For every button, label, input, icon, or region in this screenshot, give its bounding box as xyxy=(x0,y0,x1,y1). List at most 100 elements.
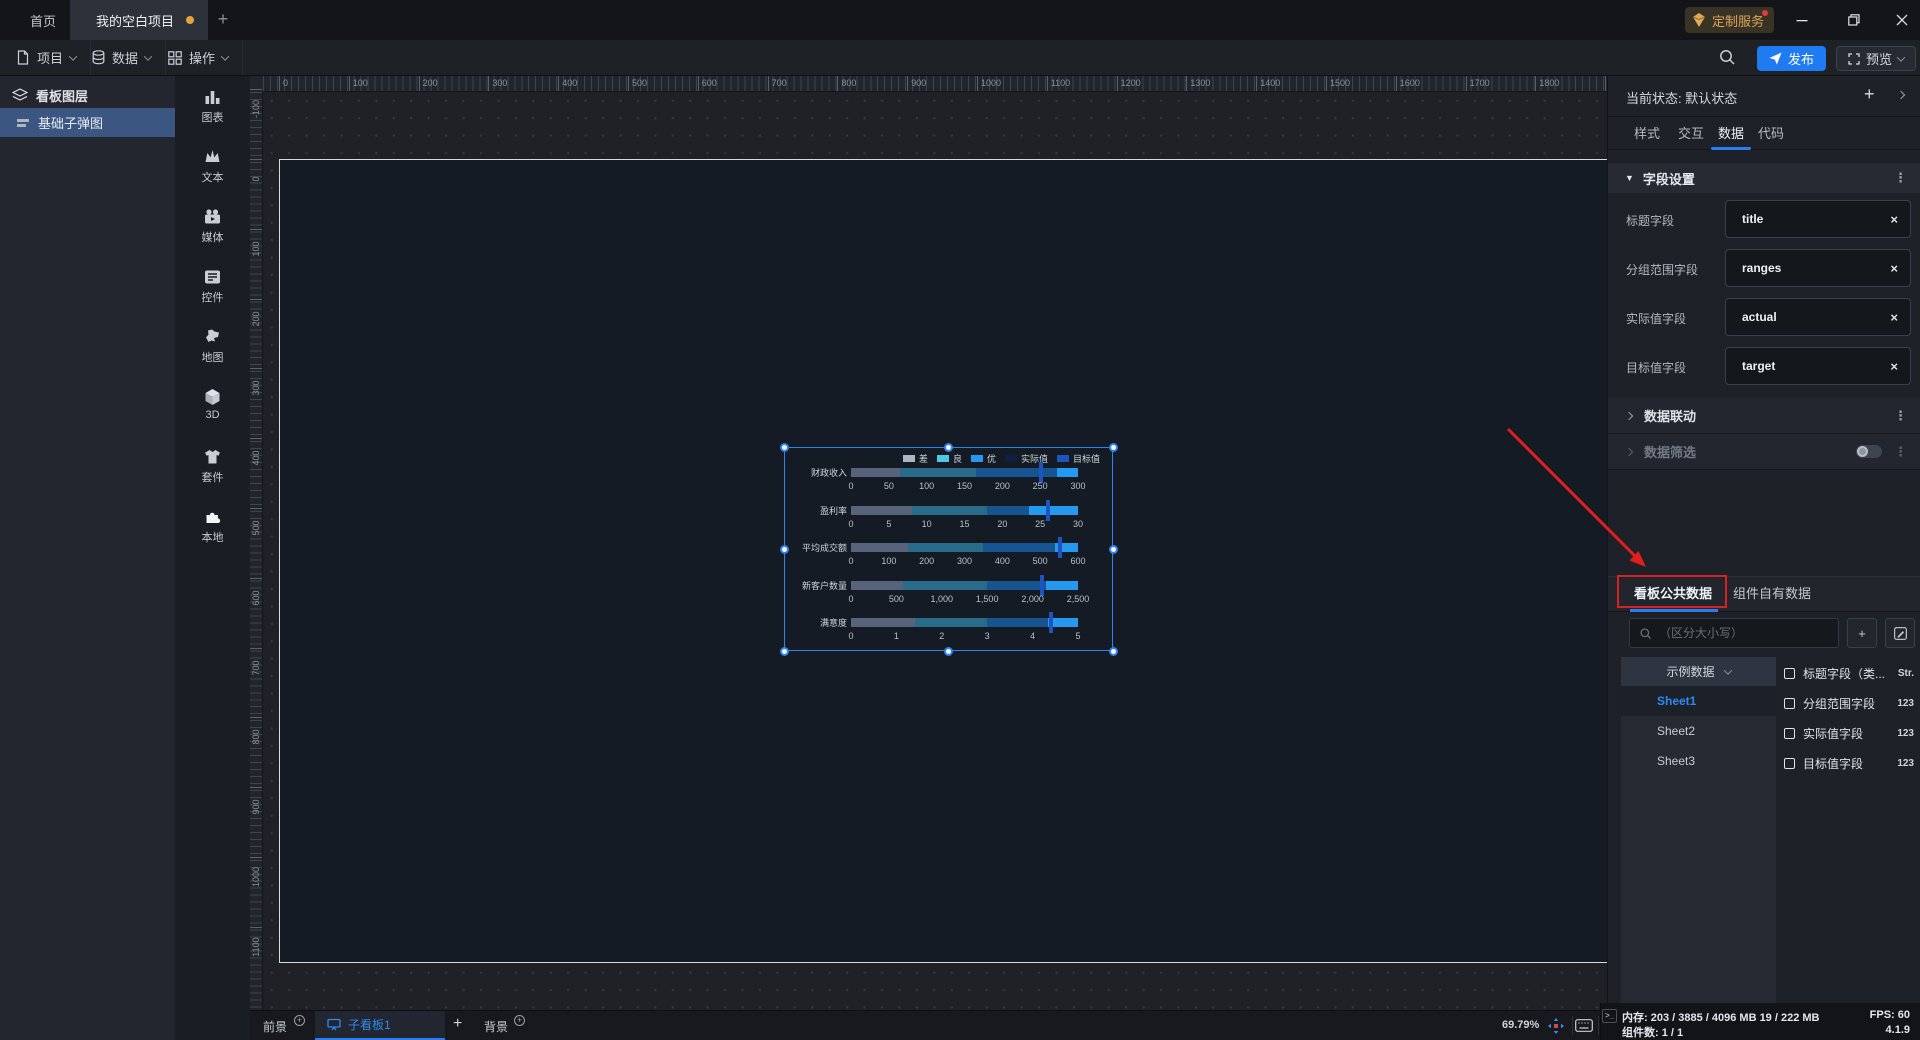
menu-ops[interactable]: 操作 xyxy=(152,40,244,75)
expand-states-icon[interactable] xyxy=(1896,90,1906,100)
rail-item-label: 3D xyxy=(205,409,220,421)
fit-screen-button[interactable] xyxy=(1545,1016,1567,1035)
data-linkage-menu-icon[interactable]: ⋮ xyxy=(1894,408,1907,424)
sheet-item-sheet2[interactable]: Sheet2 xyxy=(1621,716,1776,746)
data-field-row-1[interactable]: 标题字段（类... Str. xyxy=(1784,658,1914,688)
field-input-2[interactable]: ranges × xyxy=(1725,249,1911,287)
state-row: 当前状态: 默认状态 + xyxy=(1608,76,1920,117)
bullet-bar xyxy=(851,580,1078,590)
data-field-row-4[interactable]: 目标值字段 123 xyxy=(1784,748,1914,778)
field-input-1[interactable]: title × xyxy=(1725,200,1911,238)
tab-subboard-1[interactable]: 子看板1 xyxy=(315,1011,445,1040)
add-data-button[interactable]: + xyxy=(1847,618,1877,648)
layer-item-bullet-chart[interactable]: 基础子弹图 xyxy=(0,108,175,137)
axis-tick-label: 2,500 xyxy=(1066,593,1090,604)
dataset-dropdown[interactable]: 示例数据 xyxy=(1621,657,1776,686)
clear-field-icon[interactable]: × xyxy=(1890,310,1898,325)
data-filter-toggle[interactable] xyxy=(1856,445,1882,458)
selection-handle[interactable] xyxy=(779,442,789,452)
restore-icon xyxy=(1848,14,1860,26)
window-minimize-button[interactable] xyxy=(1788,8,1816,32)
sheet-item-sheet1[interactable]: Sheet1 xyxy=(1621,686,1776,716)
notification-dot-icon xyxy=(1762,10,1768,16)
terminal-icon[interactable]: >_ xyxy=(1602,1009,1617,1023)
legend-swatch xyxy=(1004,455,1017,462)
tab-component-own-data[interactable]: 组件自有数据 xyxy=(1733,577,1811,610)
horizontal-ruler: 0 100 200 300 400 500 600 700 800 900 1000 1100 1200… xyxy=(263,76,1629,92)
tab-project[interactable]: 我的空白项目 xyxy=(70,0,209,40)
data-linkage-section[interactable]: 数据联动 ⋮ xyxy=(1608,398,1920,434)
window-restore-button[interactable] xyxy=(1840,8,1868,32)
bullet-chart-widget[interactable]: 差良优实际值 目标值 财政收入 0 50 100 150 200 250 300 盈利率 0 5 10 15… xyxy=(779,442,1118,656)
new-tab-button[interactable]: + xyxy=(212,9,234,31)
data-filter-menu-icon[interactable]: ⋮ xyxy=(1894,444,1907,460)
window-close-button[interactable] xyxy=(1888,8,1916,32)
selection-handle[interactable] xyxy=(1108,442,1118,452)
field-settings-menu-icon[interactable]: ⋮ xyxy=(1894,170,1907,186)
sheet-item-sheet3[interactable]: Sheet3 xyxy=(1621,746,1776,776)
field-label-2: 分组范围字段 xyxy=(1626,263,1699,277)
clear-field-icon[interactable]: × xyxy=(1890,261,1898,276)
fps-counter: FPS: 60 xyxy=(1869,1009,1910,1021)
preview-button[interactable]: 预览 xyxy=(1836,46,1916,71)
actual-value-bar xyxy=(851,543,1056,553)
rail-item-4[interactable]: 控件 xyxy=(175,268,250,305)
field-checkbox[interactable] xyxy=(1784,667,1795,679)
add-foreground-button[interactable]: + xyxy=(294,1015,305,1026)
data-field-row-3[interactable]: 实际值字段 123 xyxy=(1784,718,1914,748)
rail-item-6[interactable]: 3D xyxy=(175,388,250,421)
tab-home[interactable]: 首页 xyxy=(12,0,74,40)
rail-item-1[interactable]: 图表 xyxy=(175,88,250,125)
rail-item-3[interactable]: 媒体 xyxy=(175,208,250,245)
rail-icon-2 xyxy=(205,150,220,162)
panel-tab-3[interactable]: 数据 xyxy=(1718,117,1744,150)
field-input-3[interactable]: actual × xyxy=(1725,298,1911,336)
selection-handle[interactable] xyxy=(944,646,953,656)
rail-icon-5 xyxy=(206,329,219,342)
rail-item-5[interactable]: 地图 xyxy=(175,328,250,365)
panel-tab-2[interactable]: 交互 xyxy=(1678,117,1704,150)
vertical-ruler: -100 0 100 200 300 400 500 600 700 800 900 1000 1100 xyxy=(250,89,263,1010)
rail-item-2[interactable]: 文本 xyxy=(175,148,250,185)
selection-handle[interactable] xyxy=(1108,646,1118,656)
add-state-button[interactable]: + xyxy=(1864,84,1875,105)
layers-panel: 看板图层 基础子弹图 xyxy=(0,76,175,1040)
field-checkbox[interactable] xyxy=(1784,697,1795,709)
clear-field-icon[interactable]: × xyxy=(1890,359,1898,374)
legend-label: 优 xyxy=(986,454,996,464)
publish-button[interactable]: 发布 xyxy=(1757,46,1826,71)
search-button[interactable] xyxy=(1718,48,1736,66)
sheet-list: 示例数据 Sheet1 Sheet2 Sheet3 xyxy=(1621,657,1776,1003)
actual-value-bar xyxy=(851,468,1057,477)
active-data-tab-underline xyxy=(1630,609,1718,612)
field-checkbox[interactable] xyxy=(1784,727,1795,739)
shortcut-keys-button[interactable] xyxy=(1572,1016,1594,1035)
zoom-level[interactable]: 69.79% xyxy=(1502,1019,1539,1031)
data-field-row-2[interactable]: 分组范围字段 123 xyxy=(1784,688,1914,718)
data-search-input[interactable] xyxy=(1659,626,1819,640)
rail-item-8[interactable]: 本地 xyxy=(175,508,250,545)
edit-data-button[interactable] xyxy=(1885,618,1915,648)
selection-handle[interactable] xyxy=(944,442,953,452)
selection-handle[interactable] xyxy=(779,646,789,656)
clear-field-icon[interactable]: × xyxy=(1890,212,1898,227)
tab-project-label: 我的空白项目 xyxy=(96,13,175,29)
background-label[interactable]: 背景 xyxy=(484,1018,508,1035)
custom-service-badge[interactable]: 定制服务 xyxy=(1684,7,1774,33)
tab-board-public-data[interactable]: 看板公共数据 xyxy=(1634,577,1712,610)
add-board-button[interactable]: + xyxy=(453,1015,462,1033)
panel-tab-1[interactable]: 样式 xyxy=(1634,117,1660,150)
rail-item-7[interactable]: 套件 xyxy=(175,448,250,485)
field-input-4[interactable]: target × xyxy=(1725,347,1911,385)
add-background-button[interactable]: + xyxy=(514,1015,525,1026)
layers-panel-title: 看板图层 xyxy=(36,89,89,104)
data-filter-section[interactable]: 数据筛选 ⋮ xyxy=(1608,434,1920,470)
foreground-label[interactable]: 前景 xyxy=(263,1018,287,1035)
rail-icon-4 xyxy=(205,270,220,284)
selection-handle[interactable] xyxy=(1108,544,1118,554)
panel-tab-4[interactable]: 代码 xyxy=(1758,117,1784,150)
field-checkbox[interactable] xyxy=(1784,757,1795,769)
selection-handle[interactable] xyxy=(779,544,789,554)
target-marker xyxy=(1045,499,1050,521)
field-settings-section[interactable]: ▼ 字段设置 ⋮ xyxy=(1608,163,1920,193)
